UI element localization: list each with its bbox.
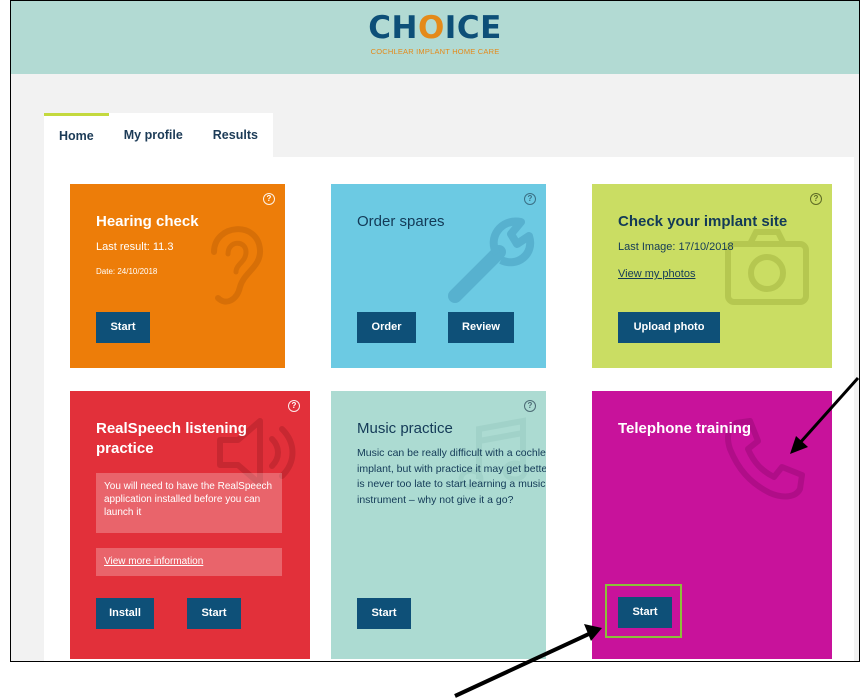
arrow-to-phone-icon	[790, 377, 860, 454]
annotation-arrows	[454, 377, 860, 698]
arrow-to-start-button	[454, 624, 602, 698]
